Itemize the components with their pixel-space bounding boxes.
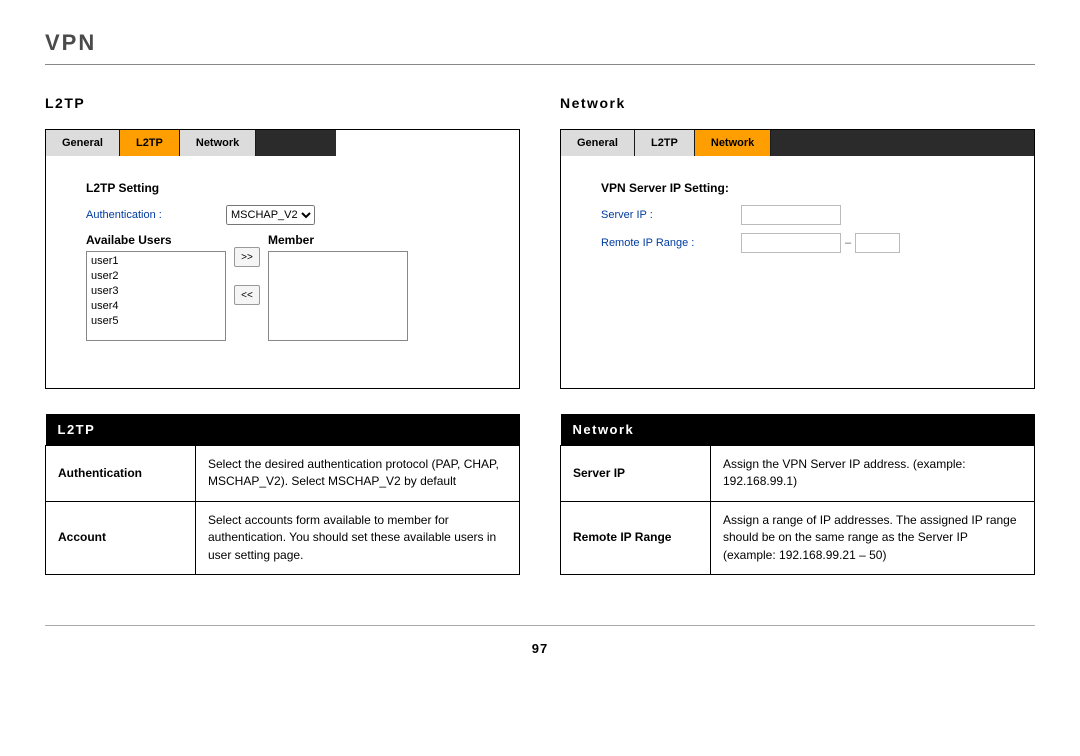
l2tp-val-auth: Select the desired authentication protoc… (196, 446, 520, 502)
network-desc-table: Network Server IP Assign the VPN Server … (560, 414, 1035, 575)
tab-l2tp-2[interactable]: L2TP (635, 130, 695, 156)
l2tp-banner: L2TP (46, 414, 520, 446)
server-ip-input[interactable] (741, 205, 841, 225)
member-list[interactable] (268, 251, 408, 341)
tab-network-2[interactable]: Network (695, 130, 771, 156)
net-key-serverip: Server IP (561, 446, 711, 502)
available-users-head: Availabe Users (86, 233, 226, 247)
screenshot-l2tp: General L2TP Network L2TP Setting Authen… (45, 129, 520, 389)
l2tp-desc-table: L2TP Authentication Select the desired a… (45, 414, 520, 575)
list-item[interactable]: user2 (91, 269, 221, 284)
right-section-label: Network (560, 95, 1035, 111)
top-rule (45, 64, 1035, 65)
move-left-button[interactable]: << (234, 285, 260, 305)
auth-select[interactable]: MSCHAP_V2 (226, 205, 315, 225)
l2tp-setting-title: L2TP Setting (86, 181, 479, 195)
page-number: 97 (45, 641, 1035, 656)
remote-range-end-input[interactable] (855, 233, 900, 253)
list-item[interactable]: user3 (91, 284, 221, 299)
remote-range-label: Remote IP Range : (601, 237, 741, 249)
tab-network[interactable]: Network (180, 130, 256, 156)
net-key-remote: Remote IP Range (561, 501, 711, 574)
network-banner: Network (561, 414, 1035, 446)
l2tp-key-account: Account (46, 501, 196, 574)
move-right-button[interactable]: >> (234, 247, 260, 267)
bottom-rule (45, 625, 1035, 626)
right-column: Network General L2TP Network VPN Server … (560, 95, 1035, 575)
tabbar-network: General L2TP Network (561, 130, 1034, 156)
available-users-list[interactable]: user1 user2 user3 user4 user5 (86, 251, 226, 341)
l2tp-val-account: Select accounts form available to member… (196, 501, 520, 574)
server-ip-label: Server IP : (601, 209, 741, 221)
screenshot-network: General L2TP Network VPN Server IP Setti… (560, 129, 1035, 389)
list-item[interactable]: user4 (91, 299, 221, 314)
tab-general[interactable]: General (46, 130, 120, 156)
remote-range-start-input[interactable] (741, 233, 841, 253)
tab-l2tp[interactable]: L2TP (120, 130, 180, 156)
left-section-label: L2TP (45, 95, 520, 111)
list-item[interactable]: user5 (91, 314, 221, 329)
vpn-server-ip-title: VPN Server IP Setting: (601, 181, 994, 195)
auth-label: Authentication : (86, 209, 226, 221)
page-title: VPN (45, 30, 1035, 56)
list-item[interactable]: user1 (91, 254, 221, 269)
net-val-remote: Assign a range of IP addresses. The assi… (711, 501, 1035, 574)
range-dash: – (845, 237, 851, 249)
left-column: L2TP General L2TP Network L2TP Setting A… (45, 95, 520, 575)
member-head: Member (268, 233, 408, 247)
tabbar-l2tp: General L2TP Network (46, 130, 336, 156)
tab-general-2[interactable]: General (561, 130, 635, 156)
net-val-serverip: Assign the VPN Server IP address. (examp… (711, 446, 1035, 502)
l2tp-key-auth: Authentication (46, 446, 196, 502)
